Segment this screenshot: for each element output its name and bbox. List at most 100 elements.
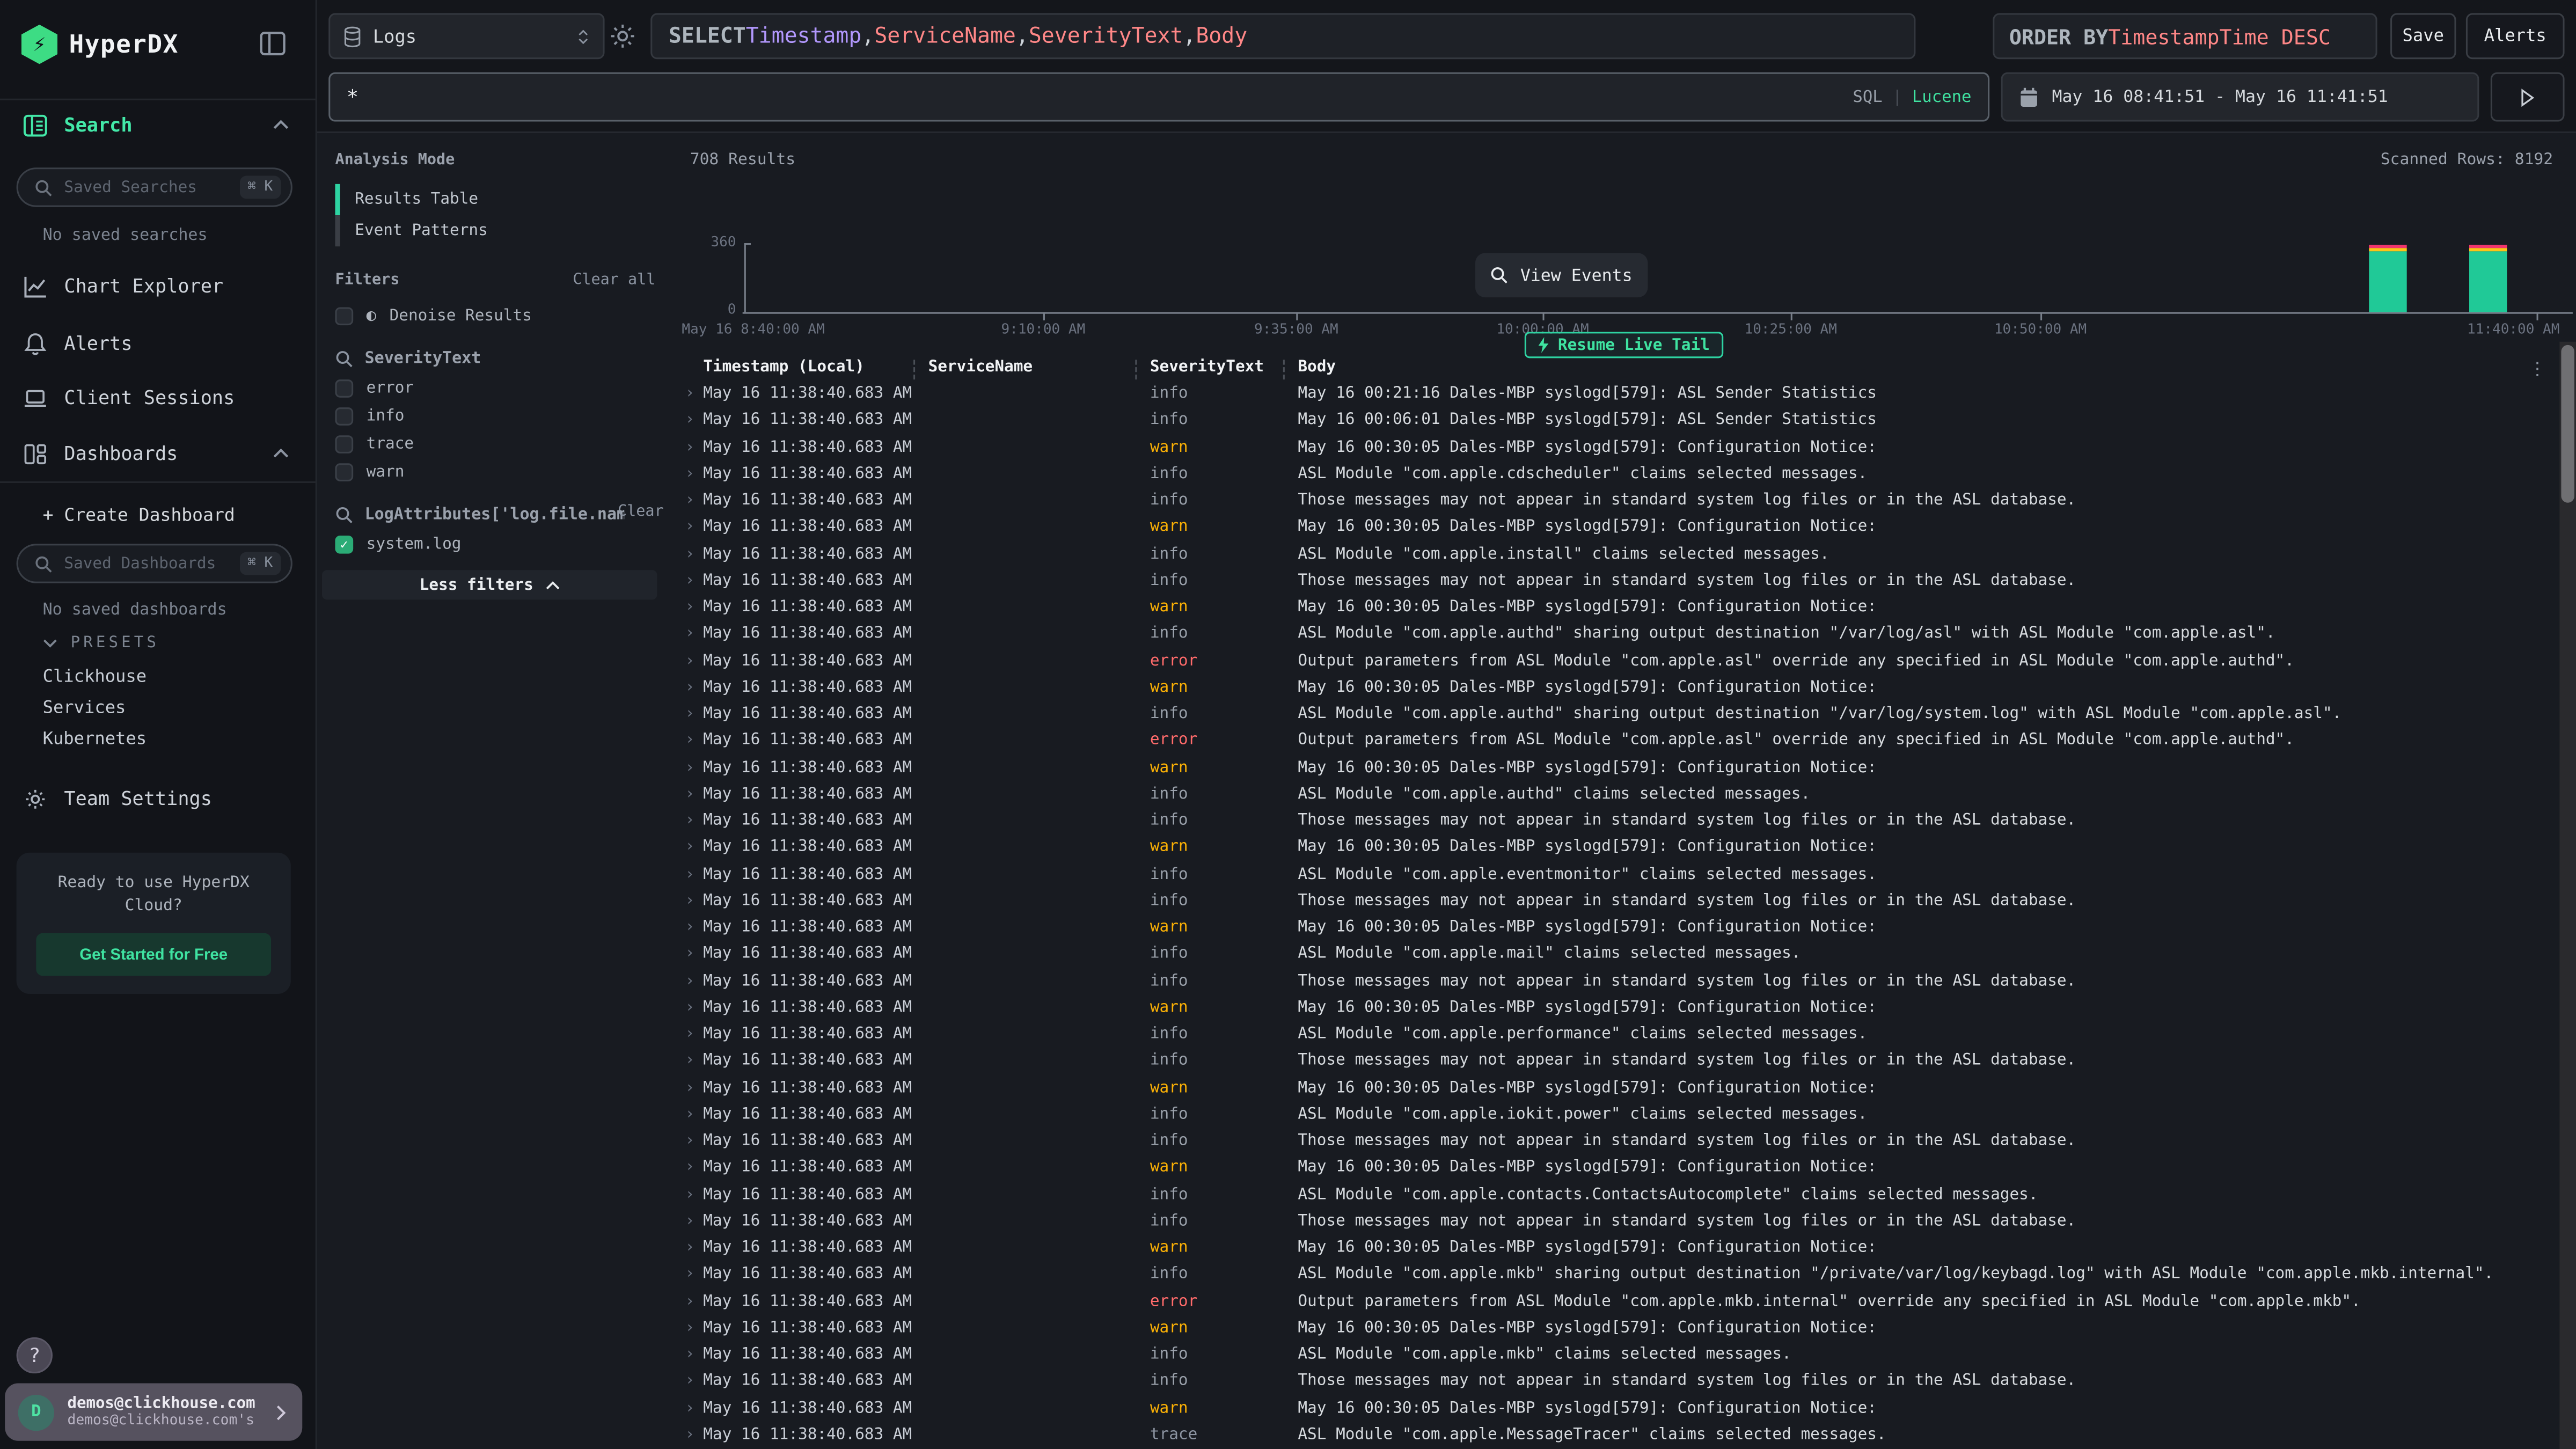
checkbox-unchecked[interactable] [335,463,353,481]
column-separator[interactable] [1135,360,1137,379]
log-table-row[interactable]: ›May 16 11:38:40.683 AMinfoASL Module "c… [678,463,2576,489]
mode-event-patterns[interactable]: Event Patterns [335,215,655,246]
sidebar-item-chart-explorer[interactable]: Chart Explorer [0,266,316,305]
log-table-row[interactable]: ›May 16 11:38:40.683 AMinfoASL Module "c… [678,783,2576,810]
log-table-row[interactable]: ›May 16 11:38:40.683 AMinfoThose message… [678,1050,2576,1077]
log-table-row[interactable]: ›May 16 11:38:40.683 AMinfoASL Module "c… [678,1184,2576,1211]
log-table-row[interactable]: ›May 16 11:38:40.683 AMinfoMay 16 00:21:… [678,383,2576,409]
save-button[interactable]: Save [2390,13,2456,59]
log-table-row[interactable]: ›May 16 11:38:40.683 AMwarnMay 16 00:30:… [678,436,2576,463]
histogram-bar[interactable] [2369,244,2407,312]
log-table-row[interactable]: ›May 16 11:38:40.683 AMerrorOutput param… [678,730,2576,757]
saved-searches-input[interactable]: Saved Searches ⌘ K [17,167,292,207]
checkbox-unchecked[interactable] [335,306,353,325]
lucene-toggle[interactable]: Lucene [1912,88,1972,106]
filter-option-info[interactable]: info [335,404,404,427]
log-table-row[interactable]: ›May 16 11:38:40.683 AMinfoThose message… [678,489,2576,516]
get-started-button[interactable]: Get Started for Free [36,933,271,976]
log-table-row[interactable]: ›May 16 11:38:40.683 AMwarnMay 16 00:30:… [678,596,2576,623]
run-query-button[interactable] [2491,72,2565,122]
log-table-row[interactable]: ›May 16 11:38:40.683 AMinfoASL Module "c… [678,943,2576,970]
date-range-picker[interactable]: May 16 08:41:51 - May 16 11:41:51 [2001,72,2479,122]
log-table-row[interactable]: ›May 16 11:38:40.683 AMwarnMay 16 00:30:… [678,1397,2576,1424]
log-table-row[interactable]: ›May 16 11:38:40.683 AMinfoThose message… [678,1210,2576,1237]
column-separator[interactable] [913,360,915,379]
log-table-row[interactable]: ›May 16 11:38:40.683 AMwarnMay 16 00:30:… [678,516,2576,543]
sidebar-item-search[interactable]: Search [0,105,316,144]
log-table-row[interactable]: ›May 16 11:38:40.683 AMwarnMay 16 00:30:… [678,1237,2576,1264]
histogram-chart[interactable]: 360 0 May 16 8:40:00 AM 9:10:00 AM 9:35:… [678,181,2576,299]
clear-link[interactable]: Clear [618,503,664,521]
column-header-severitytext[interactable]: SeverityText [1150,358,1264,376]
presets-section-toggle[interactable]: PRESETS [43,634,159,653]
alerts-button[interactable]: Alerts [2466,13,2565,59]
user-menu[interactable]: D demos@clickhouse.com demos@clickhouse.… [5,1384,302,1441]
denoise-checkbox-row[interactable]: ◐ Denoise Results [335,304,531,327]
checkbox-unchecked[interactable] [335,407,353,425]
log-table-row[interactable]: ›May 16 11:38:40.683 AMinfoThose message… [678,1130,2576,1157]
saved-dashboards-input[interactable]: Saved Dashboards ⌘ K [17,544,292,583]
vertical-scrollbar[interactable] [2559,342,2576,1449]
resume-live-tail-button[interactable]: Resume Live Tail [1525,332,1723,358]
log-table-row[interactable]: ›May 16 11:38:40.683 AMwarnMay 16 00:30:… [678,1077,2576,1104]
log-table-row[interactable]: ›May 16 11:38:40.683 AMinfoThose message… [678,810,2576,837]
log-table-row[interactable]: ›May 16 11:38:40.683 AMwarnMay 16 00:30:… [678,917,2576,943]
sql-toggle[interactable]: SQL [1853,88,1882,106]
log-table-row[interactable]: ›May 16 11:38:40.683 AMerrorOutput param… [678,650,2576,677]
filter-option-error[interactable]: error [335,376,414,399]
log-table-row[interactable]: ›May 16 11:38:40.683 AMwarnMay 16 00:30:… [678,997,2576,1023]
sidebar-item-client-sessions[interactable]: Client Sessions [0,378,316,417]
log-table-row[interactable]: ›May 16 11:38:40.683 AMinfoASL Module "c… [678,1023,2576,1050]
checkbox-unchecked[interactable] [335,435,353,453]
log-table-row[interactable]: ›May 16 11:38:40.683 AMwarnMay 16 00:30:… [678,757,2576,784]
log-table-row[interactable]: ›May 16 11:38:40.683 AMinfoASL Module "c… [678,1264,2576,1291]
log-table-row[interactable]: ›May 16 11:38:40.683 AMwarnMay 16 00:30:… [678,1317,2576,1344]
view-events-button[interactable]: View Events [1475,253,1648,297]
column-separator[interactable] [1283,360,1285,379]
preset-services[interactable]: Services [43,698,126,718]
chevron-up-icon[interactable] [273,116,289,133]
create-dashboard-button[interactable]: + Create Dashboard [0,494,316,533]
log-table-row[interactable]: ›May 16 11:38:40.683 AMinfoThose message… [678,890,2576,917]
log-table-row[interactable]: ›May 16 11:38:40.683 AMerrorOutput param… [678,1291,2576,1318]
clear-all-link[interactable]: Clear all [573,271,655,289]
scrollbar-thumb[interactable] [2561,345,2574,503]
log-table-row[interactable]: ›May 16 11:38:40.683 AMinfoThose message… [678,970,2576,997]
column-header-timestamp[interactable]: Timestamp (Local) [703,358,865,376]
log-table-row[interactable]: ›May 16 11:38:40.683 AMwarnMay 16 00:30:… [678,837,2576,863]
sidebar-item-team-settings[interactable]: Team Settings [0,779,316,818]
log-table-row[interactable]: ›May 16 11:38:40.683 AMinfoASL Module "c… [678,623,2576,650]
sidebar-item-alerts[interactable]: Alerts [0,324,316,363]
log-table-row[interactable]: ›May 16 11:38:40.683 AMinfoThose message… [678,1371,2576,1397]
mode-results-table[interactable]: Results Table [335,184,655,215]
log-table-row[interactable]: ›May 16 11:38:40.683 AMinfoASL Module "c… [678,863,2576,890]
less-filters-button[interactable]: Less filters [322,570,657,599]
log-table-row[interactable]: ›May 16 11:38:40.683 AMinfoASL Module "c… [678,1344,2576,1371]
log-table-row[interactable]: ›May 16 11:38:40.683 AMwarnMay 16 00:30:… [678,1157,2576,1184]
log-table-row[interactable]: ›May 16 11:38:40.683 AMtraceASL Module "… [678,1424,2576,1449]
checkbox-checked[interactable]: ✓ [335,535,353,553]
histogram-bar[interactable] [2470,244,2507,312]
log-table-row[interactable]: ›May 16 11:38:40.683 AMinfoASL Module "c… [678,703,2576,730]
filter-option-trace[interactable]: trace [335,432,414,455]
preset-kubernetes[interactable]: Kubernetes [43,729,147,749]
log-table-row[interactable]: ›May 16 11:38:40.683 AMinfoMay 16 00:06:… [678,409,2576,436]
log-table-row[interactable]: ›May 16 11:38:40.683 AMinfoASL Module "c… [678,1103,2576,1130]
sidebar-item-dashboards[interactable]: Dashboards [0,434,316,473]
preset-clickhouse[interactable]: Clickhouse [43,667,147,687]
source-settings-gear-icon[interactable] [608,21,638,51]
column-header-body[interactable]: Body [1298,358,1336,376]
chevron-up-icon[interactable] [273,445,289,462]
order-by-input[interactable]: ORDER BY TimestampTime DESC [1993,13,2377,59]
checkbox-unchecked[interactable] [335,379,353,397]
select-columns-input[interactable]: SELECT Timestamp, ServiceName, SeverityT… [650,13,1915,59]
log-table-row[interactable]: ›May 16 11:38:40.683 AMinfoASL Module "c… [678,543,2576,570]
column-header-servicename[interactable]: ServiceName [928,358,1033,376]
log-table-row[interactable]: ›May 16 11:38:40.683 AMwarnMay 16 00:30:… [678,676,2576,703]
search-query-input[interactable]: * SQL | Lucene [328,72,1989,122]
filter-option-warn[interactable]: warn [335,460,404,483]
sidebar-collapse-icon[interactable] [260,31,286,56]
table-options-kebab-icon[interactable]: ⋮ [2528,358,2546,379]
source-select[interactable]: Logs [328,13,604,59]
filter-option-system-log[interactable]: ✓ system.log [335,532,461,555]
